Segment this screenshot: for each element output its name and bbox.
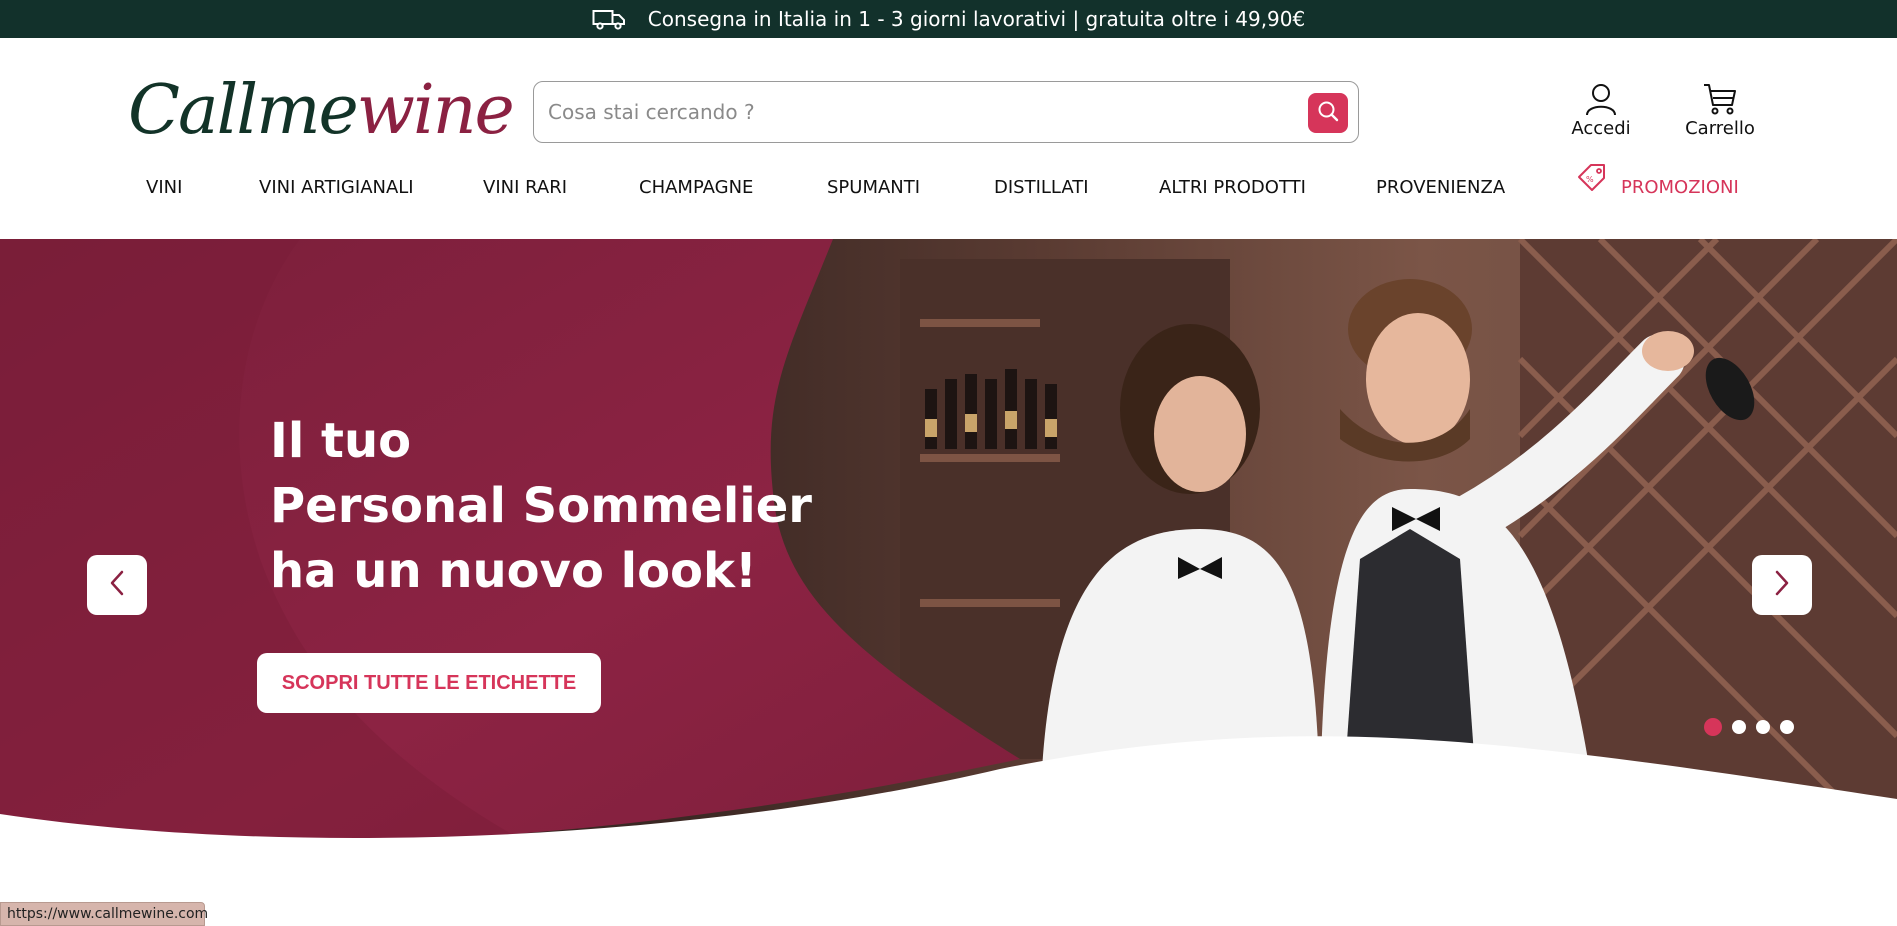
user-icon — [1556, 82, 1646, 116]
main-nav: VINI VINI ARTIGIANALI VINI RARI CHAMPAGN… — [0, 160, 1897, 216]
chevron-left-icon — [107, 569, 127, 601]
search-icon — [1316, 99, 1340, 127]
account-link[interactable]: Accedi — [1556, 82, 1646, 139]
slider-next-button[interactable] — [1752, 555, 1812, 615]
logo-text-callme: Callme — [128, 71, 359, 150]
status-bar-url: https://www.callmewine.com — [0, 902, 208, 926]
chevron-right-icon — [1772, 569, 1792, 601]
nav-item-provenienza[interactable]: PROVENIENZA — [1376, 160, 1505, 216]
search-button[interactable] — [1308, 93, 1348, 133]
nav-item-vini-artigianali[interactable]: VINI ARTIGIANALI — [259, 160, 414, 216]
nav-item-champagne[interactable]: CHAMPAGNE — [639, 160, 753, 216]
nav-item-promozioni[interactable]: % PROMOZIONI — [1575, 160, 1739, 216]
nav-item-altri-prodotti[interactable]: ALTRI PRODOTTI — [1159, 160, 1306, 216]
hero-title: Il tuo Personal Sommelier ha un nuovo lo… — [270, 409, 812, 604]
slider-dot-4[interactable] — [1780, 720, 1794, 734]
account-label: Accedi — [1571, 118, 1631, 139]
cart-link[interactable]: Carrello — [1675, 82, 1765, 139]
slider-dot-1[interactable] — [1704, 718, 1722, 736]
hero-slider: Il tuo Personal Sommelier ha un nuovo lo… — [0, 239, 1897, 839]
nav-item-distillati[interactable]: DISTILLATI — [994, 160, 1089, 216]
discover-labels-button[interactable]: SCOPRI TUTTE LE ETICHETTE — [257, 653, 601, 713]
site-logo[interactable]: Callmewine — [128, 66, 515, 156]
nav-item-vini-rari[interactable]: VINI RARI — [483, 160, 567, 216]
hero-title-line: Il tuo — [270, 413, 412, 469]
slider-prev-button[interactable] — [87, 555, 147, 615]
nav-item-label: PROMOZIONI — [1621, 177, 1739, 198]
nav-item-spumanti[interactable]: SPUMANTI — [827, 160, 920, 216]
shipping-banner-text: Consegna in Italia in 1 - 3 giorni lavor… — [647, 7, 1306, 31]
hero-title-line: ha un nuovo look! — [270, 543, 757, 599]
logo-text-wine: wine — [356, 71, 515, 150]
site-header: Callmewine Accedi — [0, 38, 1897, 178]
search-bar — [533, 81, 1359, 143]
nav-item-vini[interactable]: VINI — [146, 160, 182, 216]
slider-dot-3[interactable] — [1756, 720, 1770, 734]
svg-text:%: % — [1586, 175, 1594, 184]
truck-icon — [592, 8, 626, 30]
slider-dots — [1704, 718, 1794, 736]
cart-icon — [1675, 82, 1765, 116]
tag-icon: % — [1575, 160, 1609, 216]
hero-title-line: Personal Sommelier — [270, 478, 812, 534]
slider-dot-2[interactable] — [1732, 720, 1746, 734]
search-input[interactable] — [548, 92, 1278, 132]
cart-label: Carrello — [1685, 118, 1755, 139]
shipping-banner: Consegna in Italia in 1 - 3 giorni lavor… — [0, 0, 1897, 38]
